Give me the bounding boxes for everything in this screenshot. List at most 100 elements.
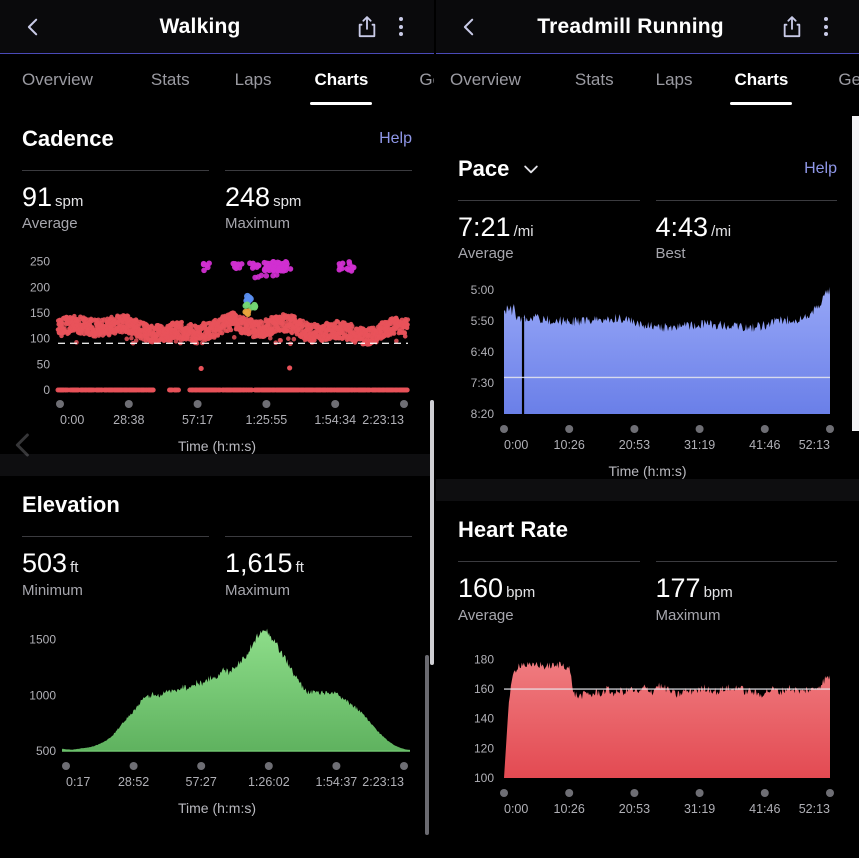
elevation-maximum-label: Maximum	[225, 581, 291, 599]
pace-best-value: 4:43	[655, 212, 709, 242]
share-icon	[783, 15, 801, 37]
cadence-card: Cadence Help 91 spm Average 248 spm Maximu…	[0, 110, 434, 455]
pager-back-chevron-icon[interactable]	[8, 428, 38, 462]
heart-rate-maximum-unit: bpm	[703, 584, 733, 602]
svg-text:1:54:37: 1:54:37	[316, 775, 358, 789]
elevation-minimum-value: 503	[22, 548, 68, 579]
pace-best-label: Best	[655, 245, 686, 263]
svg-text:10:26: 10:26	[554, 438, 585, 452]
cadence-title: Cadence	[22, 126, 114, 151]
tab-stats[interactable]: Stats	[149, 66, 192, 94]
chevron-down-icon[interactable]	[521, 159, 541, 179]
cadence-maximum-stat: 248 spm Maximum	[225, 170, 412, 232]
svg-text:28:38: 28:38	[113, 413, 144, 427]
cadence-average-stat: 91 spm Average	[22, 170, 209, 232]
tab-charts[interactable]: Charts	[730, 66, 793, 105]
left-pane-scrollbar[interactable]	[430, 400, 434, 665]
svg-text:1:26:02: 1:26:02	[248, 775, 290, 789]
overflow-menu-button[interactable]	[384, 10, 418, 44]
pace-card: Pace Help 7:21/mi Average 4:43/mi Best 5…	[436, 140, 859, 480]
heart-rate-average-label: Average	[458, 606, 514, 624]
svg-text:41:46: 41:46	[749, 438, 780, 452]
tab-laps[interactable]: Laps	[233, 66, 274, 94]
svg-text:28:52: 28:52	[118, 775, 149, 789]
heart-rate-area-svg: 100 120 140 160 180 0:00 10:26 20:53 31:19 41:46 5…	[474, 652, 834, 816]
card-separator	[0, 454, 434, 477]
tab-gear[interactable]: Gear	[836, 66, 859, 94]
page-title: Walking	[159, 14, 241, 38]
elevation-x-axis-caption: Time (h:m:s)	[177, 799, 257, 816]
heart-rate-stats: 160 bpm Average 177 bpm Maximum	[458, 561, 837, 624]
svg-text:100: 100	[30, 332, 50, 346]
pace-chart[interactable]: 5:00 5:50 6:40 7:30 8:20 0:00 10:26 20:53 31:19 4…	[458, 276, 837, 461]
elevation-area-svg: 500 1000 1500 0:17 28:52 57:27 1:26:02 1:54:37 2…	[29, 628, 410, 789]
cadence-chart[interactable]: 0 50 100 150 200 250 0:00 28:38 57:17 1:25:55 1:54…	[22, 246, 412, 436]
cadence-maximum-unit: spm	[273, 193, 302, 210]
cadence-scatter-svg: 0 50 100 150 200 250 0:00 28:38 57:17 1:25:55 1:54…	[30, 255, 411, 427]
activity-pane-walking: Walking Overview Stats Laps Charts Gear	[0, 0, 434, 858]
cadence-maximum-label: Maximum	[225, 215, 291, 233]
page-title: Treadmill Running	[537, 14, 724, 38]
cadence-card-header: Cadence Help	[22, 110, 412, 152]
pace-card-header: Pace Help	[458, 140, 837, 182]
heart-rate-average-unit: bpm	[506, 584, 536, 602]
right-pane-top-spacer	[436, 110, 859, 140]
share-button[interactable]	[350, 10, 384, 44]
svg-text:100: 100	[474, 771, 494, 785]
tab-charts[interactable]: Charts	[310, 66, 373, 105]
cadence-average-label: Average	[22, 215, 78, 233]
svg-text:57:17: 57:17	[182, 413, 213, 427]
back-button[interactable]	[452, 10, 486, 44]
svg-text:8:20: 8:20	[471, 407, 495, 421]
svg-text:500: 500	[36, 744, 56, 758]
tab-overview[interactable]: Overview	[20, 66, 95, 94]
elevation-minimum-label: Minimum	[22, 581, 83, 599]
svg-text:1:25:55: 1:25:55	[246, 413, 288, 427]
svg-text:20:53: 20:53	[619, 438, 650, 452]
svg-text:31:19: 31:19	[684, 438, 715, 452]
tab-stats[interactable]: Stats	[573, 66, 616, 94]
tab-overview[interactable]: Overview	[448, 66, 523, 94]
svg-text:0:00: 0:00	[60, 413, 84, 427]
tab-gear[interactable]: Gear	[417, 66, 434, 94]
screen-root: Walking Overview Stats Laps Charts Gear	[0, 0, 859, 858]
overflow-menu-button[interactable]	[809, 10, 843, 44]
share-button[interactable]	[775, 10, 809, 44]
card-separator	[436, 479, 859, 502]
cadence-average-unit: spm	[55, 193, 84, 210]
svg-text:41:46: 41:46	[749, 802, 780, 816]
elevation-chart[interactable]: 500 1000 1500 0:17 28:52 57:27 1:26:02 1:54:37 2…	[22, 613, 412, 798]
appbar-treadmill: Treadmill Running	[436, 0, 859, 54]
tab-laps[interactable]: Laps	[654, 66, 695, 94]
svg-text:2:23:13: 2:23:13	[362, 775, 404, 789]
svg-text:6:40: 6:40	[471, 345, 495, 359]
share-icon	[358, 15, 376, 37]
svg-text:150: 150	[30, 306, 50, 320]
elevation-card-header: Elevation	[22, 476, 412, 518]
heart-rate-maximum-value: 177	[655, 573, 701, 604]
cadence-stats: 91 spm Average 248 spm Maximum	[22, 170, 412, 232]
elevation-maximum-value: 1,615	[225, 548, 293, 579]
cadence-x-axis-caption: Time (h:m:s)	[177, 438, 257, 455]
more-vertical-icon	[399, 17, 403, 36]
back-button[interactable]	[16, 10, 50, 44]
svg-text:20:53: 20:53	[619, 802, 650, 816]
chevron-left-icon	[463, 18, 474, 35]
pace-x-axis-caption: Time (h:m:s)	[608, 463, 687, 480]
cadence-help-link[interactable]: Help	[379, 130, 412, 148]
cadence-average-value: 91	[22, 182, 53, 212]
svg-text:180: 180	[474, 652, 494, 666]
svg-text:0:00: 0:00	[504, 802, 528, 816]
pace-help-link[interactable]: Help	[804, 160, 837, 178]
svg-text:0: 0	[43, 383, 50, 397]
svg-text:0:00: 0:00	[504, 438, 528, 452]
elevation-minimum-stat: 503 ft Minimum	[22, 536, 209, 599]
svg-text:2:23:13: 2:23:13	[362, 413, 404, 427]
elevation-minimum-unit: ft	[70, 559, 79, 577]
elevation-maximum-unit: ft	[295, 559, 304, 577]
heart-rate-chart[interactable]: 100 120 140 160 180 0:00 10:26 20:53 31:19 41:46 5…	[458, 638, 837, 823]
pace-average-label: Average	[458, 245, 514, 263]
activity-pane-treadmill: Treadmill Running Overview Stats Laps Ch…	[436, 0, 859, 858]
left-pane-scrollbar-lower[interactable]	[425, 655, 429, 835]
svg-text:50: 50	[37, 358, 51, 372]
